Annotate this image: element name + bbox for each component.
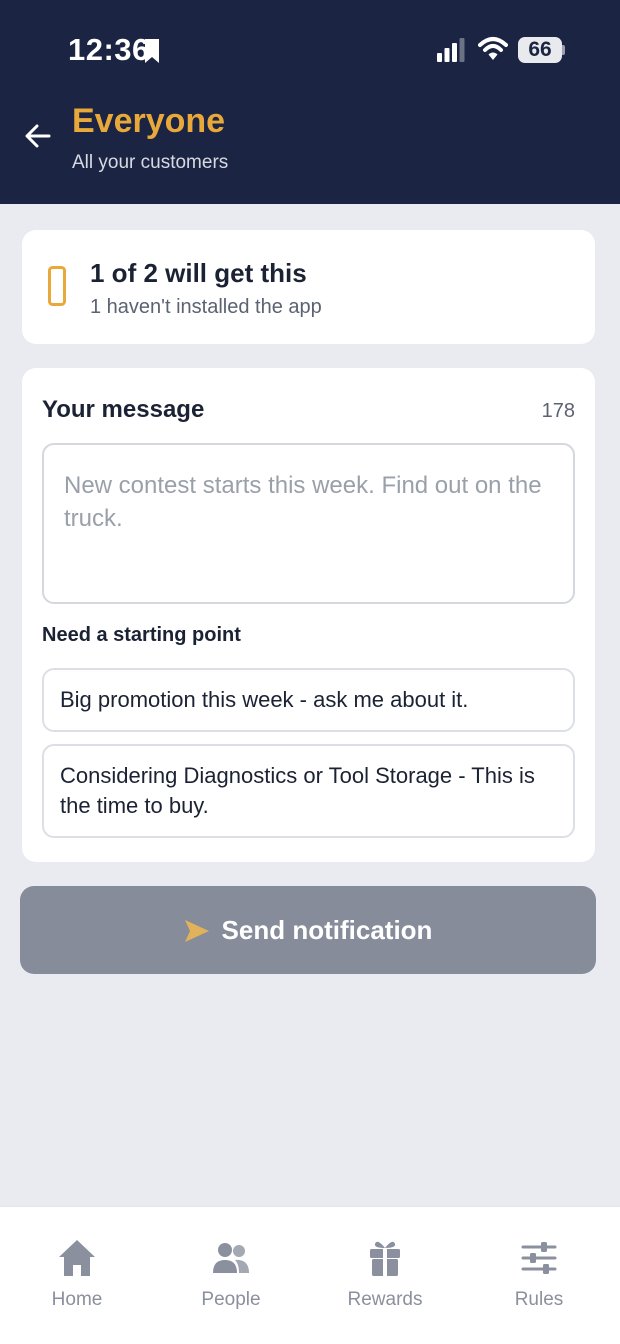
suggestion-option[interactable]: Considering Diagnostics or Tool Storage …	[42, 744, 575, 838]
bottom-tab-bar: Home People Rewards Rules	[0, 1206, 620, 1344]
message-input[interactable]: New contest starts this week. Find out o…	[42, 443, 575, 604]
tab-rules[interactable]: Rules	[462, 1207, 616, 1317]
suggestion-text: Considering Diagnostics or Tool Storage …	[60, 763, 535, 818]
people-icon	[213, 1243, 249, 1273]
cellular-signal-icon	[437, 38, 465, 62]
home-icon	[59, 1240, 95, 1276]
starting-point-label: Need a starting point	[42, 624, 241, 646]
tab-label: People	[201, 1289, 261, 1310]
page-title: Everyone	[72, 102, 226, 140]
status-time: 12:36	[68, 32, 150, 67]
send-notification-button[interactable]: Send notification	[20, 886, 596, 974]
tab-rewards[interactable]: Rewards	[308, 1207, 462, 1317]
send-arrow-icon	[184, 920, 209, 942]
bookmark-icon	[145, 39, 159, 63]
wifi-icon	[478, 37, 508, 60]
sliders-icon	[521, 1242, 557, 1274]
app-header: 12:36 66 Everyone All your customers	[0, 0, 620, 204]
page-subtitle: All your customers	[72, 152, 229, 173]
tab-label: Rewards	[347, 1289, 423, 1310]
reach-subtitle: 1 haven't installed the app	[90, 296, 322, 318]
reach-title: 1 of 2 will get this	[90, 258, 307, 288]
battery-cap	[562, 45, 565, 55]
character-count: 178	[541, 400, 575, 422]
back-arrow-icon[interactable]	[24, 122, 52, 150]
tab-label: Home	[51, 1289, 103, 1310]
suggestion-text: Big promotion this week - ask me about i…	[60, 687, 469, 712]
message-card: Your message 178 New contest starts this…	[22, 368, 595, 862]
suggestion-option[interactable]: Big promotion this week - ask me about i…	[42, 668, 575, 732]
tab-label: Rules	[514, 1289, 564, 1310]
send-button-label: Send notification	[221, 914, 433, 945]
phone-icon	[48, 266, 66, 306]
battery-level: 66	[528, 38, 552, 61]
battery-indicator: 66	[518, 37, 562, 63]
gift-icon	[370, 1241, 400, 1276]
tab-people[interactable]: People	[154, 1207, 308, 1317]
audience-reach-card: 1 of 2 will get this 1 haven't installed…	[22, 230, 595, 344]
tab-home[interactable]: Home	[0, 1207, 154, 1317]
message-label: Your message	[42, 396, 205, 423]
